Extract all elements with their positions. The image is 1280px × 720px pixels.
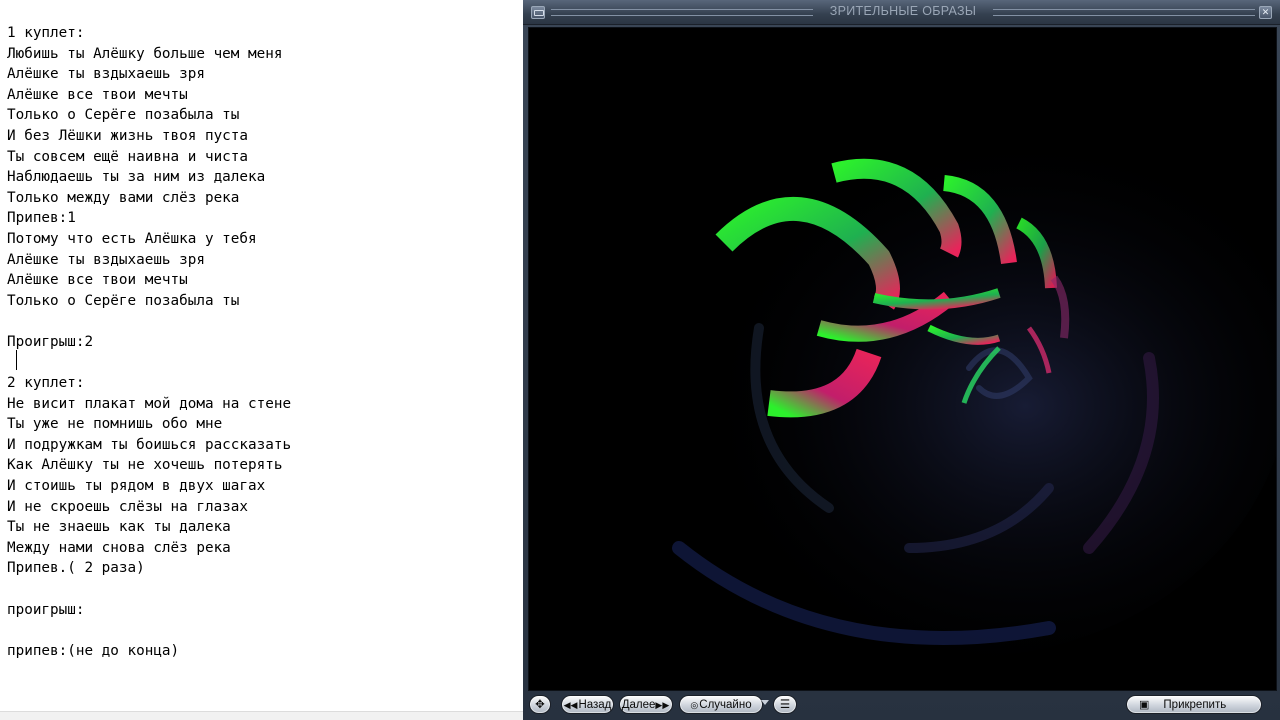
fast-forward-icon: ▶▶	[655, 700, 670, 710]
list-menu-icon[interactable]: ☰	[773, 695, 797, 714]
lyrics-text[interactable]: 1 куплет: Любишь ты Алёшку больше чем ме…	[7, 23, 291, 661]
player-controls: ✥ ◀◀Назад Далее▶▶ ◎Случайно ☰ ▣ Прикрепит…	[523, 692, 1280, 720]
random-button[interactable]: ◎Случайно	[679, 695, 763, 714]
text-editor[interactable]: 1 куплет: Любишь ты Алёшку больше чем ме…	[0, 0, 524, 720]
random-dropdown-arrow-icon[interactable]	[761, 700, 769, 705]
close-icon[interactable]: ✕	[1259, 6, 1272, 19]
titlebar-grip-left	[551, 9, 813, 16]
visualization-area	[528, 27, 1277, 691]
titlebar-grip-right	[993, 9, 1255, 16]
next-button[interactable]: Далее▶▶	[619, 695, 673, 714]
pin-button-label: Прикрепить	[1163, 699, 1227, 711]
player-title: ЗРИТЕЛЬНЫЕ ОБРАЗЫ	[829, 4, 977, 18]
visualization-graphic	[529, 28, 1276, 690]
next-button-label: Далее	[621, 699, 656, 711]
player-titlebar[interactable]: ЗРИТЕЛЬНЫЕ ОБРАЗЫ ✕	[523, 0, 1280, 25]
move-cross-icon[interactable]: ✥	[529, 695, 551, 714]
window-menu-icon[interactable]	[531, 6, 545, 19]
back-button-label: Назад	[578, 699, 612, 711]
rewind-icon: ◀◀	[563, 700, 578, 710]
media-player-window: ЗРИТЕЛЬНЫЕ ОБРАЗЫ ✕ ✥ ◀◀Назад Далее▶▶ ◎С…	[523, 0, 1280, 720]
editor-bottom-bar	[0, 711, 523, 720]
pin-button[interactable]: ▣ Прикрепить	[1126, 695, 1262, 714]
back-button[interactable]: ◀◀Назад	[561, 695, 614, 714]
random-icon: ◎	[690, 700, 699, 710]
text-caret	[16, 350, 17, 370]
random-button-label: Случайно	[699, 699, 752, 711]
pin-icon: ▣	[1139, 699, 1150, 711]
